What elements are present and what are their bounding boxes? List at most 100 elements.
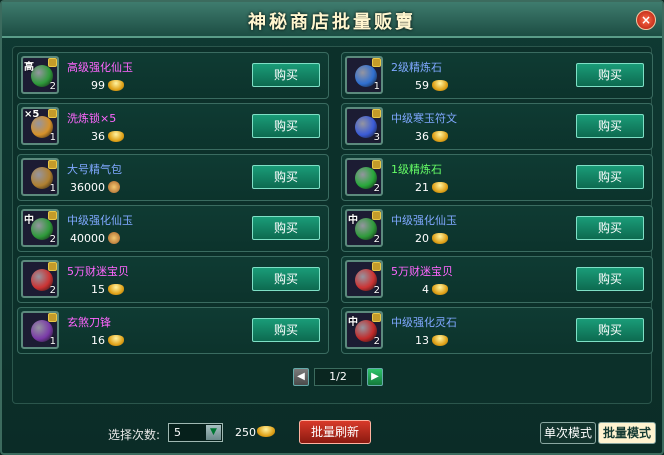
lock-icon [48, 262, 57, 271]
item-quantity: 2 [373, 285, 380, 296]
shop-item: 1 ×5 洗炼锁×5 36 购买 [17, 103, 329, 150]
item-name: 5万财迷宝贝 [391, 265, 453, 278]
batch-mode-button[interactable]: 批量模式 [598, 422, 656, 444]
item-price: 13 [415, 334, 429, 347]
item-quantity: 1 [373, 81, 380, 92]
item-price: 36000 [70, 181, 105, 194]
item-badge: 中 [24, 215, 34, 226]
buy-button[interactable]: 购买 [576, 216, 644, 240]
shop-item: 2 5万财迷宝贝 4 购买 [341, 256, 653, 303]
lock-icon [372, 262, 381, 271]
buy-button[interactable]: 购买 [576, 318, 644, 342]
item-badge: 中 [348, 215, 358, 226]
item-name: 大号精气包 [67, 163, 122, 176]
item-price: 21 [415, 181, 429, 194]
item-badge: ×5 [24, 109, 40, 120]
gold-ingot-icon [432, 182, 448, 193]
item-quantity: 2 [373, 234, 380, 245]
item-icon[interactable]: 2 [345, 158, 383, 196]
item-icon[interactable]: 2高 [21, 56, 59, 94]
item-icon[interactable]: 2中 [345, 209, 383, 247]
single-mode-button[interactable]: 单次模式 [540, 422, 596, 444]
item-price: 20 [415, 232, 429, 245]
lock-icon [48, 109, 57, 118]
item-name: 中级寒玉符文 [391, 112, 457, 125]
buy-button[interactable]: 购买 [576, 165, 644, 189]
buy-button[interactable]: 购买 [252, 267, 320, 291]
chevron-down-icon[interactable]: ▼ [206, 425, 221, 440]
gold-ingot-icon [108, 335, 124, 346]
item-name: 2级精炼石 [391, 61, 442, 74]
buy-button[interactable]: 购买 [252, 216, 320, 240]
shop-item: 2 1级精炼石 21 购买 [341, 154, 653, 201]
item-price: 16 [91, 334, 105, 347]
item-badge: 高 [24, 62, 34, 73]
next-page-button[interactable]: ▶ [367, 368, 383, 386]
item-name: 5万财迷宝贝 [67, 265, 129, 278]
shop-item: 2 中中级强化仙玉 20 购买 [341, 205, 653, 252]
title-bar: 神秘商店批量贩賣 × [2, 2, 662, 38]
lock-icon [48, 58, 57, 67]
buy-button[interactable]: 购买 [576, 267, 644, 291]
buy-button[interactable]: 购买 [252, 318, 320, 342]
item-badge: 中 [348, 317, 358, 328]
item-quantity: 3 [373, 132, 380, 143]
gold-ingot-icon [432, 80, 448, 91]
gold-ingot-icon [257, 426, 275, 437]
lock-icon [372, 109, 381, 118]
item-name: 玄煞刀锋 [67, 316, 111, 329]
gold-ingot-icon [432, 284, 448, 295]
lock-icon [48, 160, 57, 169]
item-quantity: 2 [49, 81, 56, 92]
item-price: 40000 [70, 232, 105, 245]
item-quantity: 2 [373, 336, 380, 347]
lock-icon [372, 160, 381, 169]
item-icon[interactable]: 3 [345, 107, 383, 145]
arrow-right-icon: ▶ [371, 371, 379, 382]
copper-coin-icon [108, 181, 120, 193]
lock-icon [372, 58, 381, 67]
item-icon[interactable]: 2中 [21, 209, 59, 247]
prev-page-button[interactable]: ◀ [293, 368, 309, 386]
lock-icon [48, 313, 57, 322]
item-icon[interactable]: 1 [21, 158, 59, 196]
item-name: 高级强化仙玉 [67, 61, 133, 74]
shop-item: 2 高高级强化仙玉 99 购买 [17, 52, 329, 99]
shop-item: 2 中中级强化仙玉 40000 购买 [17, 205, 329, 252]
lock-icon [48, 211, 57, 220]
item-quantity: 2 [49, 285, 56, 296]
buy-button[interactable]: 购买 [576, 114, 644, 138]
item-icon[interactable]: 1 [345, 56, 383, 94]
arrow-left-icon: ◀ [297, 371, 305, 382]
select-count-label: 选择次数: [108, 428, 161, 442]
buy-button[interactable]: 购买 [576, 63, 644, 87]
item-name: 洗炼锁×5 [67, 112, 117, 125]
gold-ingot-icon [432, 335, 448, 346]
item-name: 中级强化仙玉 [391, 214, 457, 227]
item-name: 1级精炼石 [391, 163, 442, 176]
shop-item: 1 大号精气包 36000 购买 [17, 154, 329, 201]
item-icon[interactable]: 2 [21, 260, 59, 298]
item-quantity: 1 [49, 183, 56, 194]
count-select[interactable]: 5 ▼ [168, 423, 223, 442]
buy-button[interactable]: 购买 [252, 63, 320, 87]
buy-button[interactable]: 购买 [252, 165, 320, 189]
item-price: 36 [91, 130, 105, 143]
item-price: 99 [91, 79, 105, 92]
item-icon[interactable]: 2 [345, 260, 383, 298]
buy-button[interactable]: 购买 [252, 114, 320, 138]
page-indicator: 1/2 [314, 368, 362, 386]
close-button[interactable]: × [636, 10, 656, 30]
item-name: 中级强化仙玉 [67, 214, 133, 227]
copper-coin-icon [108, 232, 120, 244]
shop-item: 2 5万财迷宝贝 15 购买 [17, 256, 329, 303]
batch-shop-window: 神秘商店批量贩賣 × 2 高高级强化仙玉 99 购买 1 2级精炼石 59 购买 1 ×5 洗炼锁×… [0, 0, 664, 455]
item-icon[interactable]: 1 ×5 [21, 107, 59, 145]
batch-refresh-button[interactable]: 批量刷新 [299, 420, 371, 444]
item-icon[interactable]: 2中 [345, 311, 383, 349]
item-price: 15 [91, 283, 105, 296]
window-title: 神秘商店批量贩賣 [248, 12, 416, 33]
shop-item: 1 2级精炼石 59 购买 [341, 52, 653, 99]
shop-item: 2 中中级强化灵石 13 购买 [341, 307, 653, 354]
item-icon[interactable]: 1 [21, 311, 59, 349]
